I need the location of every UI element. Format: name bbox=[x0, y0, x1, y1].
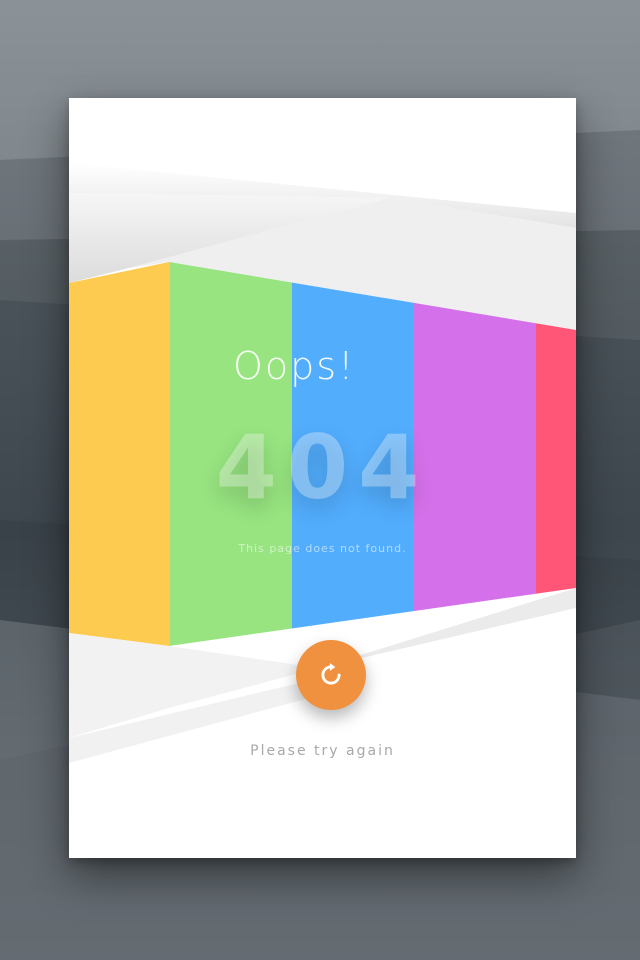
retry-hint: Please try again bbox=[250, 743, 395, 759]
retry-button[interactable] bbox=[296, 640, 366, 710]
error-message: This page does not found. bbox=[238, 542, 407, 555]
error-card: Oops! 404 This page does not found. Plea… bbox=[69, 98, 576, 858]
refresh-icon bbox=[321, 663, 341, 685]
error-code: 404 bbox=[215, 416, 430, 519]
oops-heading: Oops! bbox=[233, 344, 356, 388]
